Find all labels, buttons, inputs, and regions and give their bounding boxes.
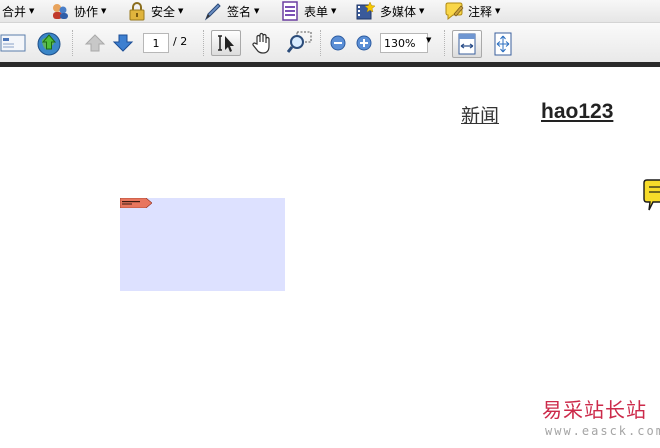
chevron-down-icon: ▼	[419, 7, 425, 15]
menu-multimedia[interactable]: 多媒体 ▼	[356, 0, 424, 22]
menu-collaborate[interactable]: 协作 ▼	[50, 0, 106, 22]
menu-comments[interactable]: 注释 ▼	[444, 0, 500, 22]
zoom-in-icon	[356, 35, 372, 51]
link-hao123[interactable]: hao123	[541, 100, 613, 124]
annotation-highlight-box[interactable]	[120, 198, 285, 291]
hand-icon	[250, 31, 274, 55]
globe-upload-icon	[36, 32, 62, 56]
text-select-cursor-icon	[215, 33, 237, 53]
pen-icon	[203, 1, 223, 21]
watermark-text: 易采站长站	[542, 398, 647, 422]
toolbar-separator	[72, 30, 75, 56]
menu-forms-label: 表单	[304, 4, 329, 19]
page-total: / 2	[173, 35, 188, 48]
menu-security-label: 安全	[151, 4, 176, 19]
menu-comments-label: 注释	[468, 4, 493, 19]
page-number-input[interactable]: 1	[143, 33, 169, 53]
select-tool-button[interactable]	[211, 30, 241, 56]
annotation-tag-icon[interactable]	[120, 198, 152, 208]
chevron-down-icon: ▼	[254, 7, 260, 15]
menu-sign[interactable]: 签名 ▼	[203, 0, 259, 22]
menu-security[interactable]: 安全 ▼	[127, 0, 183, 22]
previous-page-button[interactable]	[84, 33, 106, 53]
envelope-icon	[0, 33, 26, 53]
link-news[interactable]: 新闻	[461, 101, 499, 128]
menu-sign-label: 签名	[227, 4, 252, 19]
menu-collaborate-label: 协作	[74, 4, 99, 19]
upload-button[interactable]	[36, 32, 62, 56]
chevron-down-icon: ▼	[178, 7, 184, 15]
chevron-down-icon: ▼	[101, 7, 107, 15]
zoom-out-button[interactable]	[330, 35, 346, 51]
watermark-url: www.easck.com	[545, 424, 660, 438]
fit-width-button[interactable]	[452, 30, 482, 58]
toolbar-separator	[444, 30, 447, 56]
chevron-down-icon: ▼	[331, 7, 337, 15]
toolbar-divider	[0, 62, 660, 67]
menu-bar: 合并 ▼ 协作 ▼ 安全 ▼ 签名 ▼ 表单 ▼ 多媒体 ▼ 注释 ▼	[0, 0, 660, 23]
zoom-level-select[interactable]: 130%	[380, 33, 428, 53]
comment-icon	[444, 1, 464, 21]
chevron-down-icon: ▼	[495, 7, 501, 15]
comment-note-icon[interactable]	[643, 178, 660, 214]
zoom-magnifier-icon	[287, 31, 313, 55]
zoom-out-icon	[330, 35, 346, 51]
fit-width-icon	[457, 33, 477, 55]
multimedia-icon	[356, 1, 376, 21]
lock-icon	[127, 1, 147, 21]
arrow-up-icon	[84, 33, 106, 53]
menu-merge[interactable]: 合并 ▼	[2, 0, 34, 22]
collaborate-icon	[50, 1, 70, 21]
menu-multimedia-label: 多媒体	[380, 4, 417, 19]
menu-forms[interactable]: 表单 ▼	[280, 0, 336, 22]
chevron-down-icon: ▼	[29, 7, 35, 15]
chevron-down-icon[interactable]: ▼	[426, 36, 431, 44]
hand-tool-button[interactable]	[250, 31, 274, 55]
menu-merge-label: 合并	[2, 4, 27, 19]
fit-page-icon	[493, 32, 513, 56]
toolbar-separator	[203, 30, 206, 56]
form-icon	[280, 1, 300, 21]
arrow-down-icon	[112, 33, 134, 53]
fit-page-button[interactable]	[493, 32, 513, 56]
zoom-in-button[interactable]	[356, 35, 372, 51]
next-page-button[interactable]	[112, 33, 134, 53]
email-button[interactable]	[0, 33, 26, 53]
marquee-zoom-button[interactable]	[287, 31, 313, 55]
toolbar-separator	[320, 30, 323, 56]
